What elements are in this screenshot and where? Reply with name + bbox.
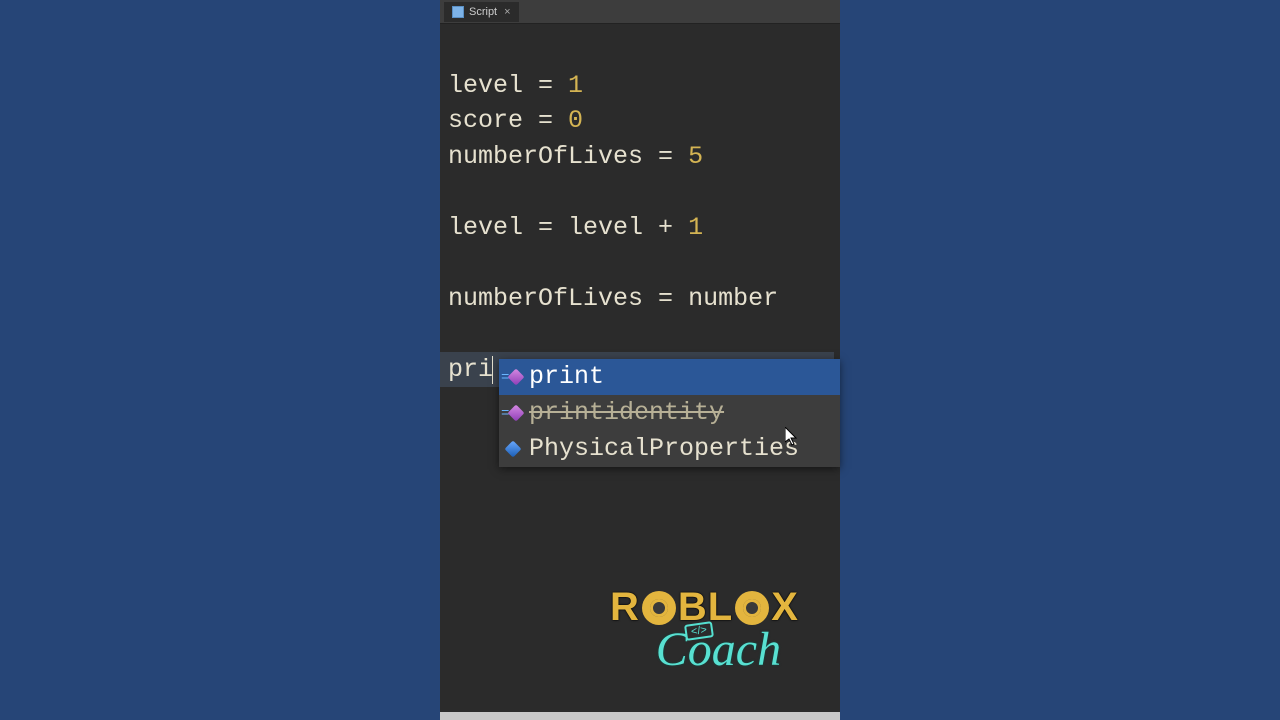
script-tab[interactable]: Script × bbox=[444, 2, 519, 22]
code-token: = bbox=[523, 106, 568, 135]
class-icon bbox=[503, 439, 523, 459]
code-token: numberOfLives bbox=[448, 142, 643, 171]
autocomplete-item-print[interactable]: print bbox=[499, 359, 840, 395]
code-token: level bbox=[448, 213, 523, 242]
autocomplete-item-printidentity[interactable]: printidentity bbox=[499, 395, 840, 431]
code-token: = bbox=[643, 284, 688, 313]
autocomplete-popup[interactable]: print printidentity PhysicalProperties bbox=[499, 359, 840, 467]
code-token: 1 bbox=[688, 213, 703, 242]
code-token: = bbox=[643, 142, 688, 171]
autocomplete-label: printidentity bbox=[529, 395, 724, 431]
code-token: = bbox=[523, 71, 568, 100]
code-token: 0 bbox=[568, 106, 583, 135]
typed-text: pri bbox=[448, 355, 493, 384]
function-icon bbox=[503, 367, 523, 387]
close-icon[interactable]: × bbox=[504, 6, 510, 18]
code-token: 5 bbox=[688, 142, 703, 171]
bottom-strip bbox=[440, 712, 840, 720]
script-file-icon bbox=[452, 6, 464, 18]
autocomplete-label: PhysicalProperties bbox=[529, 431, 799, 467]
left-margin bbox=[0, 0, 440, 720]
autocomplete-item-physicalproperties[interactable]: PhysicalProperties bbox=[499, 431, 840, 467]
tab-label: Script bbox=[469, 6, 497, 18]
code-token: 1 bbox=[568, 71, 583, 100]
tab-bar: Script × bbox=[440, 0, 840, 24]
code-token: numberOfLives bbox=[448, 284, 643, 313]
autocomplete-label: print bbox=[529, 359, 604, 395]
function-icon bbox=[503, 403, 523, 423]
text-cursor bbox=[492, 356, 493, 384]
code-token: = bbox=[523, 213, 568, 242]
code-token: score bbox=[448, 106, 523, 135]
code-token: level bbox=[568, 213, 643, 242]
code-token: level bbox=[448, 71, 523, 100]
code-token: number bbox=[688, 284, 778, 313]
code-token: + bbox=[643, 213, 688, 242]
right-margin bbox=[840, 0, 1280, 720]
